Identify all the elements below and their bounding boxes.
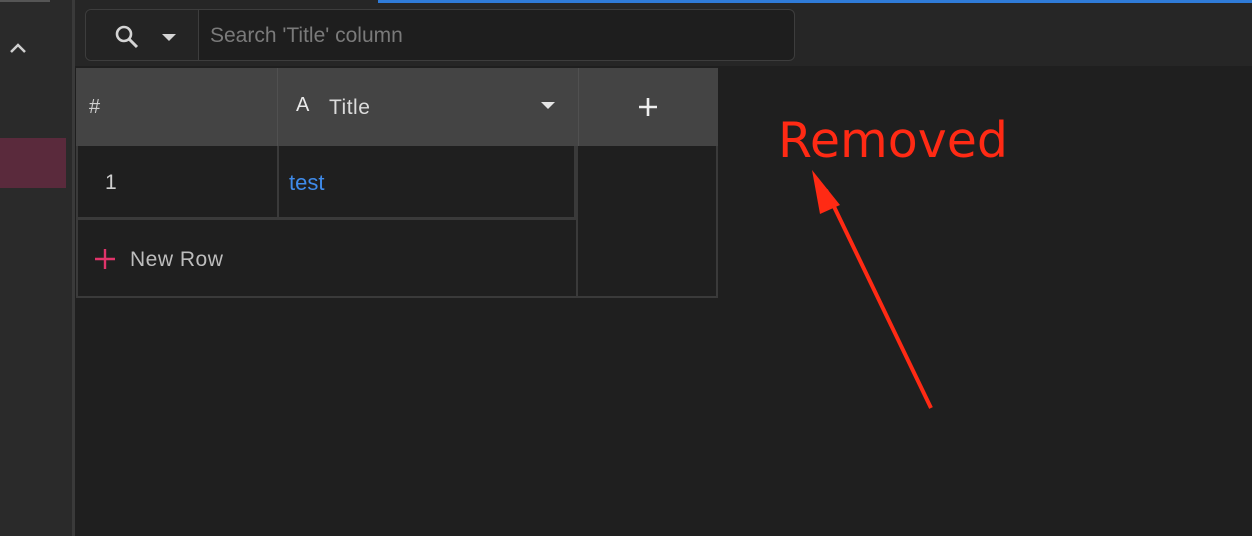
caret-down-icon xyxy=(162,34,176,41)
plus-icon xyxy=(639,98,657,116)
text-type-icon: A xyxy=(296,94,310,116)
search-scope-button[interactable] xyxy=(86,10,199,60)
search-icon xyxy=(115,25,139,49)
add-column-button[interactable] xyxy=(578,68,718,146)
row-number-header: # xyxy=(89,96,101,118)
sidebar-top-divider xyxy=(0,0,50,2)
sidebar-collapse-button[interactable] xyxy=(4,30,32,66)
annotation-label: Removed xyxy=(778,112,1008,169)
sidebar xyxy=(0,0,72,536)
table-row[interactable]: 1 test xyxy=(76,146,576,220)
sidebar-divider xyxy=(72,0,75,536)
title-column-label: Title xyxy=(329,96,371,119)
search-bar xyxy=(85,9,795,61)
grid-header: # A Title xyxy=(76,68,718,146)
title-cell-value[interactable]: test xyxy=(289,170,324,196)
empty-column-area xyxy=(576,146,718,298)
new-row-label: New Row xyxy=(130,248,224,271)
sidebar-active-item[interactable] xyxy=(0,138,66,188)
plus-icon xyxy=(95,249,115,269)
title-column-header[interactable]: A Title xyxy=(277,68,579,146)
row-number: 1 xyxy=(105,171,117,194)
active-tab-indicator xyxy=(378,0,1252,3)
chevron-up-icon xyxy=(10,43,26,53)
search-input[interactable] xyxy=(208,18,772,54)
new-row-button[interactable]: New Row xyxy=(76,220,576,298)
caret-down-icon[interactable] xyxy=(541,102,555,110)
title-cell[interactable]: test xyxy=(277,146,578,217)
